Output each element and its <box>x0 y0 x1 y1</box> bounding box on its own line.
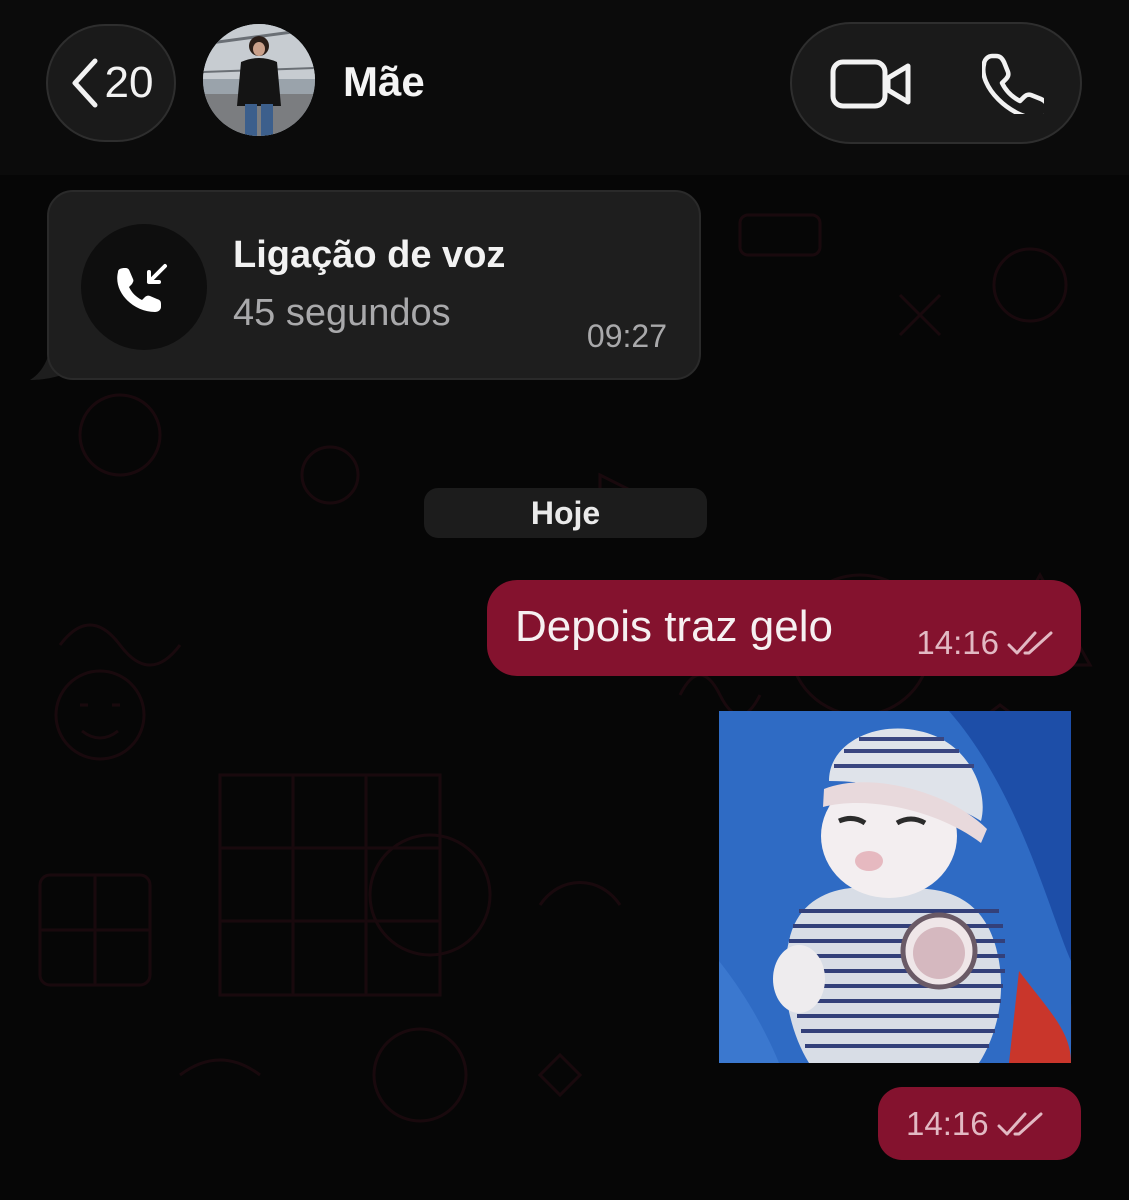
call-title: Ligação de voz <box>233 234 506 276</box>
image-meta-bubble: 14:16 <box>878 1087 1081 1160</box>
voice-call-log[interactable]: Ligação de voz 45 segundos 09:27 <box>47 190 701 380</box>
call-duration: 45 segundos <box>233 292 451 334</box>
double-check-icon <box>1007 631 1053 655</box>
unread-count: 20 <box>104 58 154 107</box>
avatar-photo <box>203 24 315 136</box>
chevron-left-icon <box>72 58 98 108</box>
back-button[interactable]: 20 <box>46 24 176 142</box>
call-actions <box>790 22 1082 144</box>
message-meta: 14:16 <box>916 624 1053 662</box>
double-check-icon <box>997 1112 1043 1136</box>
message-time: 09:27 <box>586 318 667 354</box>
message-time: 14:16 <box>906 1105 989 1142</box>
video-camera-icon[interactable] <box>830 56 912 112</box>
sticker-image <box>719 711 1071 1063</box>
chat-header: 20 Mãe <box>0 0 1129 175</box>
date-separator: Hoje <box>424 488 707 538</box>
incoming-call-icon <box>117 264 167 312</box>
contact-avatar[interactable] <box>203 24 315 136</box>
image-message[interactable] <box>719 711 1071 1063</box>
message-time: 14:16 <box>916 624 999 661</box>
contact-name[interactable]: Mãe <box>343 58 425 106</box>
outgoing-message[interactable]: Depois traz gelo 14:16 <box>487 580 1081 676</box>
message-meta: 14:16 <box>906 1105 1043 1143</box>
message-text: Depois traz gelo <box>515 602 833 651</box>
incoming-call-badge <box>81 224 207 350</box>
phone-icon[interactable] <box>982 52 1044 114</box>
